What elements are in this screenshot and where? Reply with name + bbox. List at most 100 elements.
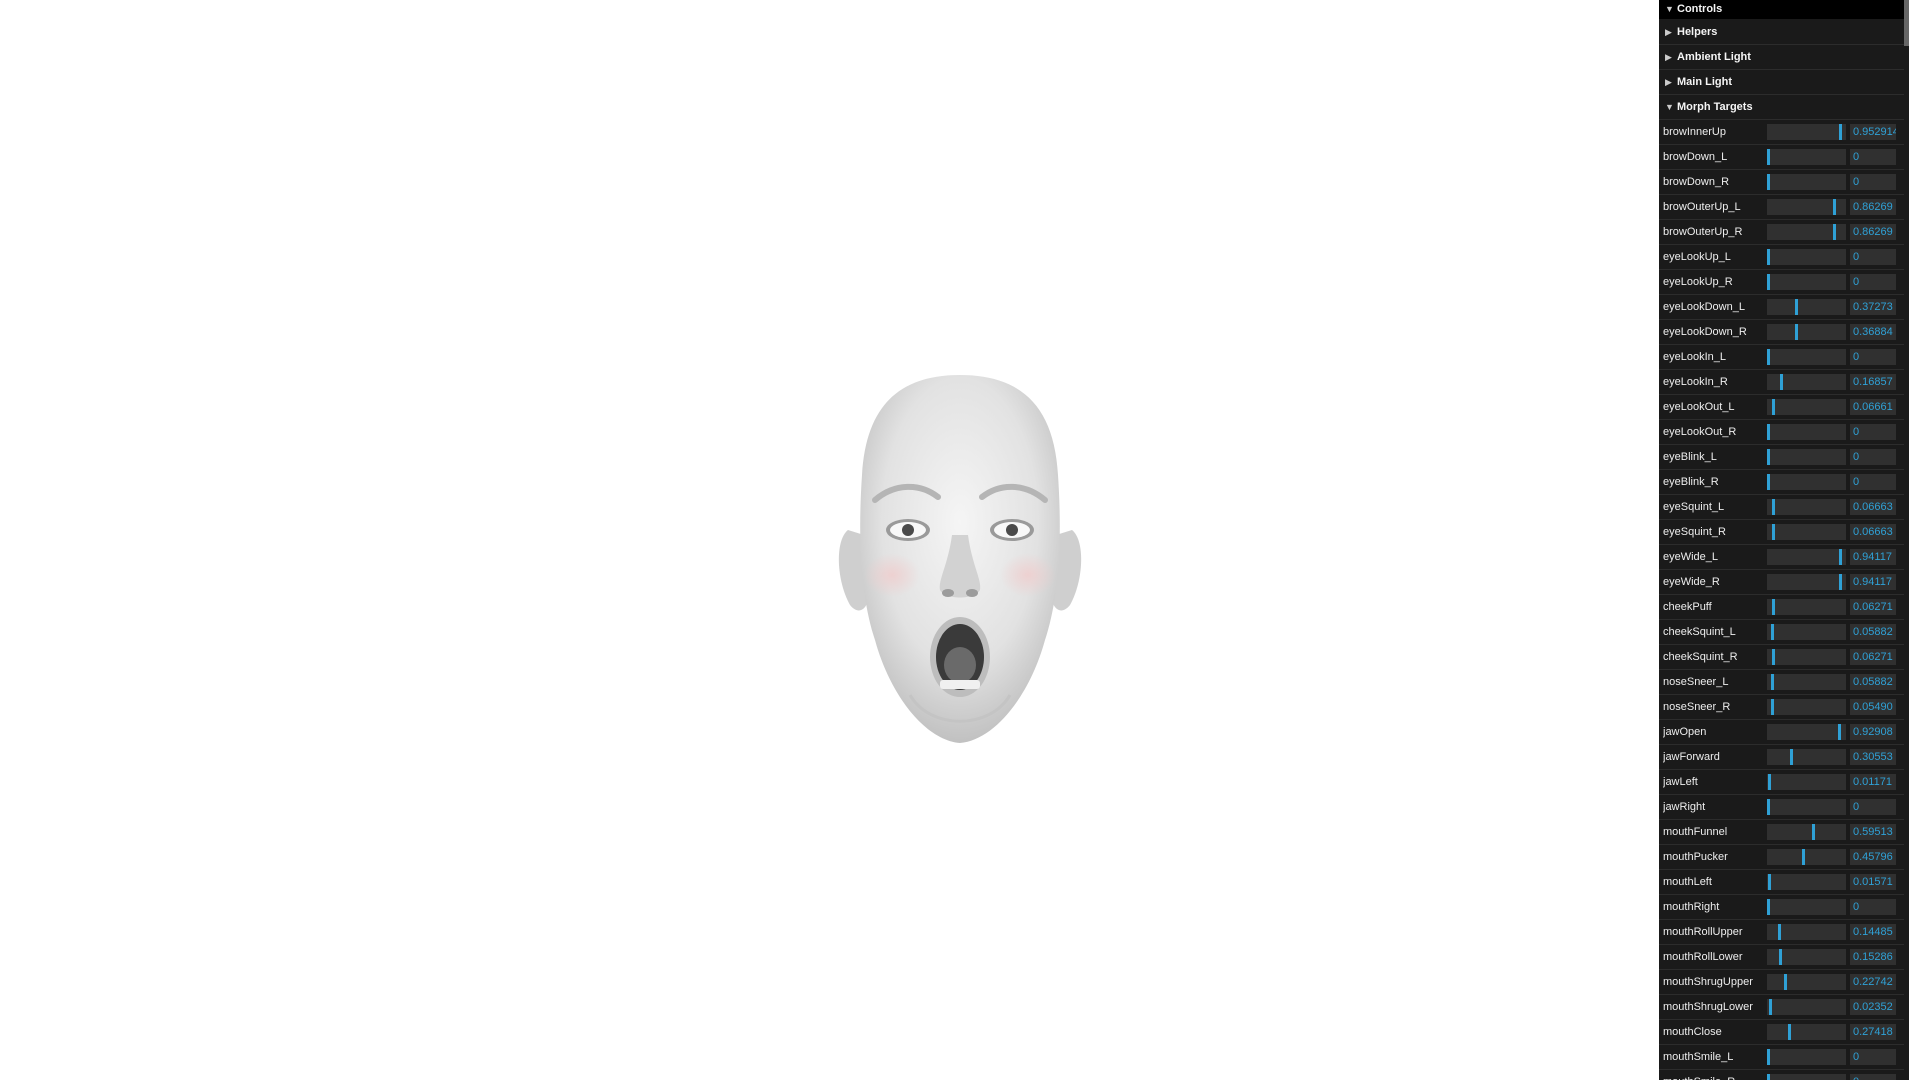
slider-handle[interactable] <box>1767 249 1770 265</box>
morph-value-input[interactable]: 0.16857 <box>1850 374 1896 390</box>
slider-handle[interactable] <box>1839 549 1842 565</box>
morph-slider[interactable] <box>1767 974 1846 990</box>
morph-value-input[interactable]: 0 <box>1850 249 1896 265</box>
morph-value-input[interactable]: 0.30553 <box>1850 749 1896 765</box>
morph-slider[interactable] <box>1767 549 1846 565</box>
morph-value-input[interactable]: 0.952914 <box>1850 124 1896 140</box>
slider-handle[interactable] <box>1838 724 1841 740</box>
slider-handle[interactable] <box>1771 674 1774 690</box>
morph-slider[interactable] <box>1767 574 1846 590</box>
slider-handle[interactable] <box>1778 924 1781 940</box>
morph-slider[interactable] <box>1767 774 1846 790</box>
slider-handle[interactable] <box>1833 224 1836 240</box>
morph-value-input[interactable]: 0 <box>1850 449 1896 465</box>
morph-slider[interactable] <box>1767 524 1846 540</box>
slider-handle[interactable] <box>1833 199 1836 215</box>
morph-value-input[interactable]: 0 <box>1850 424 1896 440</box>
morph-slider[interactable] <box>1767 224 1846 240</box>
morph-value-input[interactable]: 0.01171 <box>1850 774 1896 790</box>
morph-value-input[interactable]: 0.06271 <box>1850 649 1896 665</box>
morph-value-input[interactable]: 0.37273 <box>1850 299 1896 315</box>
slider-handle[interactable] <box>1772 524 1775 540</box>
slider-handle[interactable] <box>1839 124 1842 140</box>
slider-handle[interactable] <box>1767 349 1770 365</box>
morph-value-input[interactable]: 0.02352 <box>1850 999 1896 1015</box>
morph-value-input[interactable]: 0.59513 <box>1850 824 1896 840</box>
slider-handle[interactable] <box>1772 599 1775 615</box>
morph-value-input[interactable]: 0.22742 <box>1850 974 1896 990</box>
slider-handle[interactable] <box>1772 499 1775 515</box>
morph-slider[interactable] <box>1767 1024 1846 1040</box>
slider-handle[interactable] <box>1772 399 1775 415</box>
folder-main-light[interactable]: ▶ Main Light <box>1659 70 1904 95</box>
morph-slider[interactable] <box>1767 199 1846 215</box>
morph-value-input[interactable]: 0 <box>1850 349 1896 365</box>
morph-value-input[interactable]: 0.06663 <box>1850 499 1896 515</box>
morph-slider[interactable] <box>1767 124 1846 140</box>
slider-handle[interactable] <box>1767 899 1770 915</box>
morph-slider[interactable] <box>1767 1049 1846 1065</box>
slider-handle[interactable] <box>1771 624 1774 640</box>
morph-slider[interactable] <box>1767 374 1846 390</box>
morph-slider[interactable] <box>1767 799 1846 815</box>
morph-slider[interactable] <box>1767 174 1846 190</box>
morph-slider[interactable] <box>1767 649 1846 665</box>
morph-slider[interactable] <box>1767 424 1846 440</box>
morph-value-input[interactable]: 0 <box>1850 1074 1896 1080</box>
morph-value-input[interactable]: 0 <box>1850 474 1896 490</box>
controls-title[interactable]: ▼ Controls <box>1659 0 1904 20</box>
slider-handle[interactable] <box>1839 574 1842 590</box>
morph-slider[interactable] <box>1767 249 1846 265</box>
morph-value-input[interactable]: 0 <box>1850 1049 1896 1065</box>
scrollbar-thumb[interactable] <box>1904 0 1909 46</box>
morph-value-input[interactable]: 0.94117 <box>1850 549 1896 565</box>
morph-value-input[interactable]: 0 <box>1850 274 1896 290</box>
morph-slider[interactable] <box>1767 849 1846 865</box>
morph-slider[interactable] <box>1767 324 1846 340</box>
morph-slider[interactable] <box>1767 874 1846 890</box>
slider-handle[interactable] <box>1802 849 1805 865</box>
morph-slider[interactable] <box>1767 274 1846 290</box>
slider-handle[interactable] <box>1788 1024 1791 1040</box>
morph-slider[interactable] <box>1767 624 1846 640</box>
panel-scrollbar[interactable] <box>1904 0 1909 1080</box>
slider-handle[interactable] <box>1784 974 1787 990</box>
slider-handle[interactable] <box>1795 299 1798 315</box>
slider-handle[interactable] <box>1795 324 1798 340</box>
morph-slider[interactable] <box>1767 999 1846 1015</box>
morph-value-input[interactable]: 0.05882 <box>1850 624 1896 640</box>
morph-value-input[interactable]: 0.01571 <box>1850 874 1896 890</box>
morph-slider[interactable] <box>1767 299 1846 315</box>
3d-viewport[interactable] <box>0 0 1920 1080</box>
morph-value-input[interactable]: 0.15286 <box>1850 949 1896 965</box>
slider-handle[interactable] <box>1780 374 1783 390</box>
folder-helpers[interactable]: ▶ Helpers <box>1659 20 1904 45</box>
morph-value-input[interactable]: 0 <box>1850 899 1896 915</box>
slider-handle[interactable] <box>1767 149 1770 165</box>
folder-ambient-light[interactable]: ▶ Ambient Light <box>1659 45 1904 70</box>
slider-handle[interactable] <box>1768 874 1771 890</box>
morph-slider[interactable] <box>1767 724 1846 740</box>
morph-value-input[interactable]: 0.05490 <box>1850 699 1896 715</box>
slider-handle[interactable] <box>1772 649 1775 665</box>
morph-value-input[interactable]: 0 <box>1850 174 1896 190</box>
morph-slider[interactable] <box>1767 899 1846 915</box>
morph-value-input[interactable]: 0 <box>1850 799 1896 815</box>
morph-slider[interactable] <box>1767 449 1846 465</box>
slider-handle[interactable] <box>1812 824 1815 840</box>
slider-handle[interactable] <box>1768 774 1771 790</box>
morph-slider[interactable] <box>1767 149 1846 165</box>
morph-value-input[interactable]: 0.06663 <box>1850 524 1896 540</box>
morph-value-input[interactable]: 0.45796 <box>1850 849 1896 865</box>
morph-slider[interactable] <box>1767 824 1846 840</box>
slider-handle[interactable] <box>1767 1074 1770 1080</box>
morph-slider[interactable] <box>1767 924 1846 940</box>
morph-value-input[interactable]: 0.05882 <box>1850 674 1896 690</box>
slider-handle[interactable] <box>1771 699 1774 715</box>
morph-slider[interactable] <box>1767 349 1846 365</box>
slider-handle[interactable] <box>1767 449 1770 465</box>
morph-slider[interactable] <box>1767 699 1846 715</box>
folder-morph-targets[interactable]: ▼ Morph Targets <box>1659 95 1904 120</box>
slider-handle[interactable] <box>1769 999 1772 1015</box>
morph-value-input[interactable]: 0.86269 <box>1850 199 1896 215</box>
